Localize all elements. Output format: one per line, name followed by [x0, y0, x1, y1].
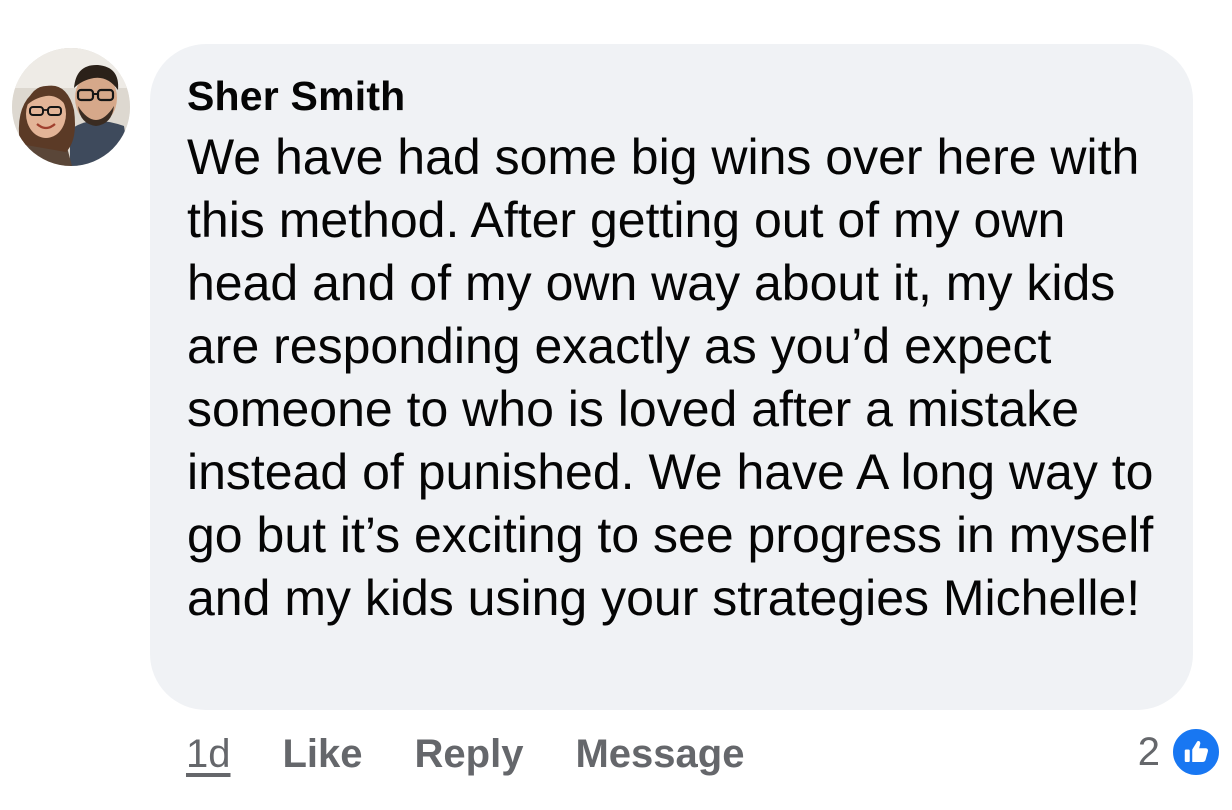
comment-text: We have had some big wins over here with… [187, 129, 1154, 626]
comment-timestamp-link[interactable]: 1d [186, 732, 231, 777]
like-reaction-badge [1170, 726, 1222, 778]
comment-author-name[interactable]: Sher Smith [187, 72, 1163, 120]
comment-actions: 1d Like Reply Message [186, 724, 796, 784]
reply-button[interactable]: Reply [415, 732, 524, 777]
thumbs-up-icon [1184, 741, 1208, 762]
comment-bubble: Sher Smith We have had some big wins ove… [150, 44, 1193, 710]
reaction-count: 2 [1137, 729, 1160, 774]
reaction-summary[interactable]: 2 [1138, 724, 1222, 780]
like-button[interactable]: Like [283, 732, 363, 777]
comment-item: Sher Smith We have had some big wins ove… [0, 0, 1232, 810]
profile-photo-avatar-icon [12, 48, 130, 166]
message-button[interactable]: Message [575, 732, 744, 777]
author-avatar[interactable] [12, 48, 130, 166]
